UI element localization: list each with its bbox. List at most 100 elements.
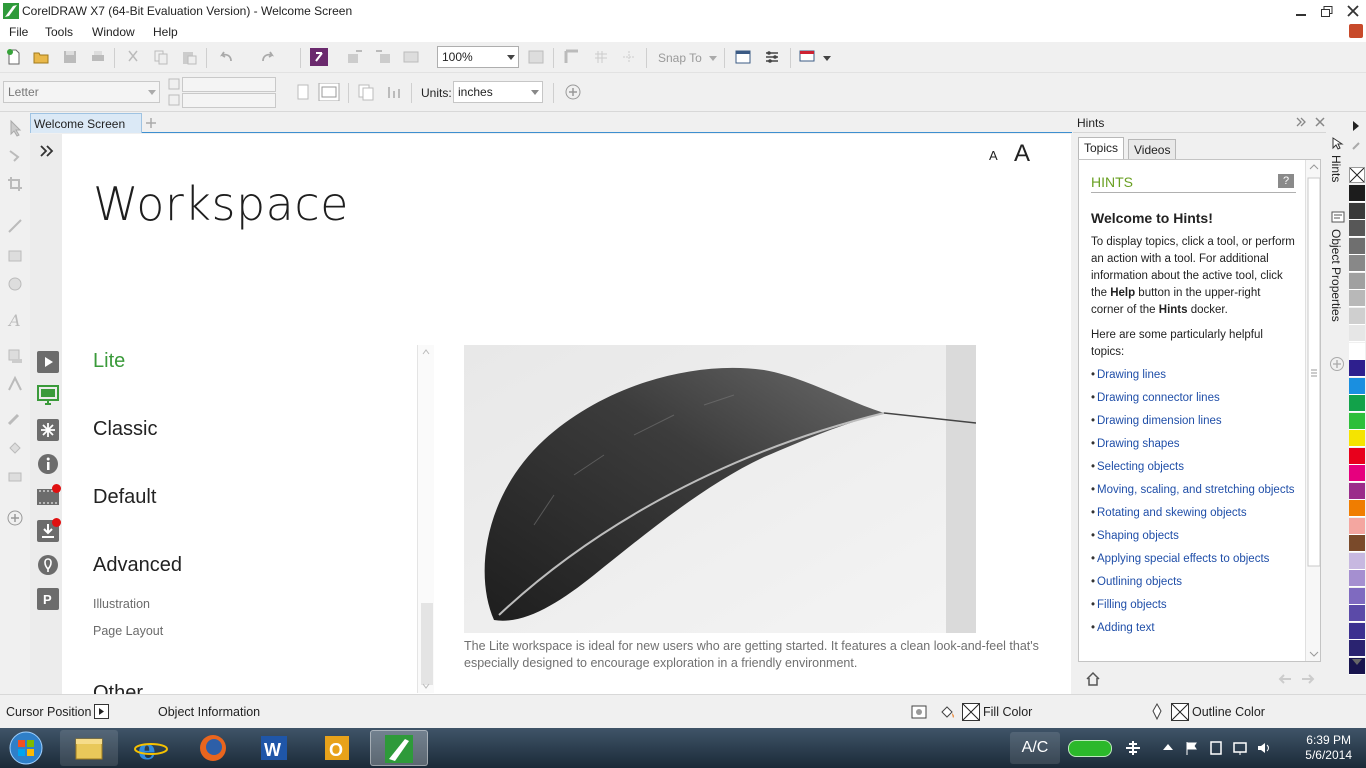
inspiration-icon[interactable] <box>37 554 59 576</box>
tray-battery-icon[interactable] <box>1068 740 1112 757</box>
text-tool-icon[interactable]: A <box>6 311 24 329</box>
menu-window[interactable]: Window <box>92 25 135 39</box>
tray-device-icon[interactable] <box>1208 740 1224 756</box>
palette-swatch[interactable] <box>1349 377 1365 395</box>
palette-flyout-icon[interactable] <box>1353 121 1359 131</box>
menu-tools[interactable]: Tools <box>45 25 73 39</box>
workspace-icon[interactable] <box>37 384 59 406</box>
tray-show-hidden-icon[interactable] <box>1163 744 1173 750</box>
start-button[interactable] <box>6 730 46 766</box>
tray-network-icon[interactable] <box>1124 739 1142 757</box>
palette-swatch[interactable] <box>1349 255 1365 272</box>
tab-topics[interactable]: Topics <box>1078 137 1125 159</box>
open-folder-icon[interactable] <box>32 48 50 66</box>
minimize-button[interactable] <box>1288 0 1314 22</box>
workspace-option-default[interactable]: Default <box>93 486 156 509</box>
hint-link-drawing-lines[interactable]: Drawing lines <box>1091 367 1296 384</box>
palette-swatch[interactable] <box>1349 570 1365 587</box>
pick-tool-icon[interactable] <box>6 119 24 137</box>
welcome-screen-icon[interactable] <box>734 48 752 66</box>
palette-swatch[interactable] <box>1349 640 1365 657</box>
taskbar-firefox[interactable] <box>184 730 242 766</box>
launcher-chevron-icon[interactable] <box>823 56 831 61</box>
menu-help[interactable]: Help <box>153 25 178 39</box>
hint-link-outlining-objects[interactable]: Outlining objects <box>1091 574 1296 591</box>
color-proof-icon[interactable] <box>911 704 927 720</box>
hint-link-selecting-objects[interactable]: Selecting objects <box>1091 459 1296 476</box>
hint-link-special-effects[interactable]: Applying special effects to objects <box>1091 551 1296 568</box>
forward-arrow-icon[interactable] <box>1300 671 1316 687</box>
docker-tab-hints[interactable]: Hints <box>1329 155 1343 182</box>
hints-scrollbar[interactable] <box>1305 160 1320 661</box>
close-docker-icon[interactable] <box>1314 116 1326 128</box>
eyedropper-tool-icon[interactable] <box>6 409 24 427</box>
user-account-icon[interactable] <box>1349 24 1363 38</box>
hint-link-moving-scaling[interactable]: Moving, scaling, and stretching objects <box>1091 482 1296 499</box>
tab-videos[interactable]: Videos <box>1128 139 1177 159</box>
fill-none-swatch[interactable] <box>962 703 980 721</box>
palette-swatch[interactable] <box>1349 535 1365 552</box>
hint-link-shaping-objects[interactable]: Shaping objects <box>1091 528 1296 545</box>
palette-swatch[interactable] <box>1349 202 1365 220</box>
snap-to-dropdown[interactable]: Snap To <box>658 51 702 65</box>
workspace-option-illustration[interactable]: Illustration <box>93 597 150 611</box>
palette-swatch[interactable] <box>1349 342 1365 360</box>
new-tab-icon[interactable] <box>143 115 159 131</box>
palette-swatch[interactable] <box>1349 430 1365 447</box>
shadow-tool-icon[interactable] <box>6 347 24 365</box>
zoom-level-combo[interactable]: 100% <box>437 46 519 68</box>
crop-tool-icon[interactable] <box>6 175 24 193</box>
tray-flag-icon[interactable] <box>1184 740 1200 756</box>
hint-link-drawing-shapes[interactable]: Drawing shapes <box>1091 436 1296 453</box>
hint-link-filling-objects[interactable]: Filling objects <box>1091 597 1296 614</box>
new-document-icon[interactable] <box>5 48 23 66</box>
blend-tool-icon[interactable] <box>6 375 24 393</box>
docker-tab-object-properties[interactable]: Object Properties <box>1329 229 1343 322</box>
tray-language[interactable]: A/C <box>1010 732 1060 764</box>
hint-link-rotating-skewing[interactable]: Rotating and skewing objects <box>1091 505 1296 522</box>
outline-pen-icon[interactable] <box>1150 703 1164 721</box>
no-color-swatch[interactable] <box>1349 167 1365 183</box>
workspace-option-lite[interactable]: Lite <box>93 350 125 373</box>
hint-link-adding-text[interactable]: Adding text <box>1091 620 1296 637</box>
add-docker-icon[interactable] <box>1329 356 1345 372</box>
smart-fill-tool-icon[interactable] <box>6 467 24 485</box>
increase-font-size-button[interactable]: A <box>1014 140 1030 168</box>
taskbar-explorer[interactable] <box>60 730 118 766</box>
workspace-option-advanced[interactable]: Advanced <box>93 554 182 577</box>
palette-swatch[interactable] <box>1349 500 1365 517</box>
tray-clock[interactable]: 6:39 PM 5/6/2014 <box>1305 733 1352 763</box>
rectangle-tool-icon[interactable] <box>6 247 24 265</box>
palette-swatch[interactable] <box>1349 622 1365 640</box>
taskbar-outlook[interactable]: O <box>308 730 366 766</box>
palette-swatch[interactable] <box>1349 185 1365 202</box>
ellipse-tool-icon[interactable] <box>6 275 24 293</box>
hint-link-dimension-lines[interactable]: Drawing dimension lines <box>1091 413 1296 430</box>
home-icon[interactable] <box>1085 671 1101 687</box>
workspace-option-classic[interactable]: Classic <box>93 418 157 441</box>
decrease-font-size-button[interactable]: A <box>989 148 998 163</box>
palette-swatch[interactable] <box>1349 325 1365 342</box>
get-started-icon[interactable] <box>37 351 59 373</box>
palette-swatch[interactable] <box>1349 307 1365 325</box>
palette-swatch[interactable] <box>1349 220 1365 237</box>
search-content-icon[interactable] <box>310 48 328 66</box>
collapse-docker-icon[interactable] <box>1295 116 1307 128</box>
palette-swatch[interactable] <box>1349 290 1365 307</box>
workspace-option-page-layout[interactable]: Page Layout <box>93 624 163 638</box>
zoom-tool-icon[interactable] <box>6 217 24 235</box>
expand-nav-icon[interactable] <box>38 142 60 164</box>
fill-tool-icon[interactable] <box>6 439 24 457</box>
hint-link-connector-lines[interactable]: Drawing connector lines <box>1091 390 1296 407</box>
units-combo[interactable]: inches <box>453 81 543 103</box>
taskbar-word[interactable]: W <box>246 730 304 766</box>
close-window-button[interactable] <box>1340 0 1366 22</box>
outline-none-swatch[interactable] <box>1171 703 1189 721</box>
palette-swatch[interactable] <box>1349 360 1365 377</box>
palette-swatch[interactable] <box>1349 482 1365 500</box>
palette-swatch[interactable] <box>1349 237 1365 255</box>
taskbar-coreldraw[interactable] <box>370 730 428 766</box>
palette-swatch[interactable] <box>1349 517 1365 535</box>
palette-swatch[interactable] <box>1349 465 1365 482</box>
page-size-combo[interactable]: Letter <box>3 81 160 103</box>
